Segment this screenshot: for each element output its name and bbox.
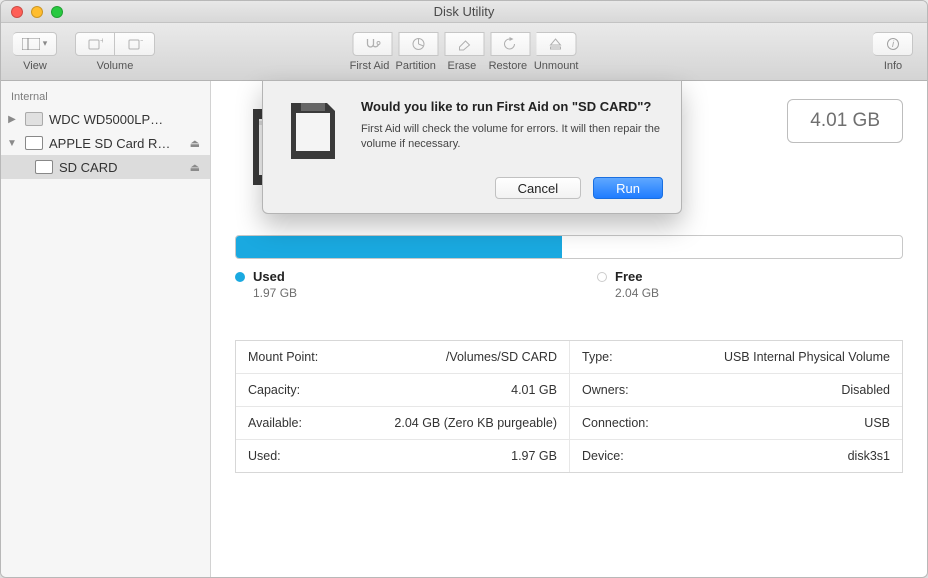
info-icon: i: [885, 37, 901, 51]
hdd-icon: [25, 112, 43, 126]
eject-icon: [549, 37, 563, 51]
stethoscope-icon: [363, 37, 381, 51]
titlebar: Disk Utility: [1, 1, 927, 23]
volume-add-button[interactable]: +: [75, 32, 115, 56]
dialog-sd-icon: [281, 99, 345, 163]
sidebar-item-label: APPLE SD Card R…: [49, 136, 170, 151]
sidebar-item-label: WDC WD5000LP…: [49, 112, 163, 127]
disclosure-collapsed-icon[interactable]: ▶: [5, 114, 19, 125]
restore-icon: [502, 37, 518, 51]
legend-used-value: 1.97 GB: [253, 286, 297, 300]
pie-icon: [410, 37, 426, 51]
sidebar-icon: [22, 38, 40, 50]
svg-text:−: −: [140, 37, 143, 45]
detail-capacity: Capacity:4.01 GB: [236, 374, 569, 407]
restore-button[interactable]: [490, 32, 530, 56]
detail-owners: Owners:Disabled: [569, 374, 902, 407]
detail-used: Used:1.97 GB: [236, 440, 569, 472]
used-dot-icon: [235, 272, 245, 282]
sidebar-item-sd-card[interactable]: SD CARD ⏏: [1, 155, 210, 179]
disclosure-expanded-icon[interactable]: ▼: [5, 138, 19, 149]
erase-label: Erase: [442, 60, 482, 72]
disk-utility-window: Disk Utility ▾ View: [0, 0, 928, 578]
erase-button[interactable]: [444, 32, 484, 56]
toolbar-center-cluster: First Aid Partition Erase Restore Unmoun…: [350, 32, 579, 72]
svg-text:+: +: [100, 37, 103, 45]
cancel-button[interactable]: Cancel: [495, 177, 581, 199]
volume-label: Volume: [97, 60, 134, 72]
usage-section: Used 1.97 GB Free 2.04 GB: [235, 235, 903, 300]
toolbar: ▾ View + −: [1, 23, 927, 81]
legend-used: Used: [235, 269, 297, 284]
detail-available: Available:2.04 GB (Zero KB purgeable): [236, 407, 569, 440]
volume-remove-button[interactable]: −: [115, 32, 155, 56]
sidebar-item-wdc[interactable]: ▶ WDC WD5000LP…: [1, 107, 210, 131]
detail-mount-point: Mount Point:/Volumes/SD CARD: [236, 341, 569, 374]
details-table: Mount Point:/Volumes/SD CARD Type:USB In…: [235, 340, 903, 473]
info-button[interactable]: i: [873, 32, 913, 56]
detail-type: Type:USB Internal Physical Volume: [569, 341, 902, 374]
sd-card-icon: [25, 136, 43, 150]
partition-button[interactable]: [398, 32, 438, 56]
view-button[interactable]: ▾: [13, 32, 57, 56]
window-title: Disk Utility: [1, 4, 927, 19]
first-aid-button[interactable]: [352, 32, 392, 56]
sidebar-section-internal: Internal: [1, 87, 210, 107]
svg-text:i: i: [892, 39, 895, 49]
volume-group: + − Volume: [75, 32, 155, 72]
legend-free-value: 2.04 GB: [615, 286, 659, 300]
eject-icon[interactable]: ⏏: [190, 137, 200, 150]
sd-card-icon: [35, 160, 53, 174]
detail-connection: Connection:USB: [569, 407, 902, 440]
view-label: View: [23, 60, 47, 72]
info-label: Info: [884, 60, 902, 72]
view-group: ▾ View: [13, 32, 57, 72]
volume-add-icon: +: [87, 37, 103, 51]
dialog-heading: Would you like to run First Aid on "SD C…: [361, 99, 663, 116]
first-aid-label: First Aid: [350, 60, 390, 72]
legend-free: Free: [597, 269, 659, 284]
total-size-pill: 4.01 GB: [787, 99, 903, 143]
usage-bar: [235, 235, 903, 259]
restore-label: Restore: [488, 60, 528, 72]
unmount-label: Unmount: [534, 60, 579, 72]
eraser-icon: [456, 37, 472, 51]
info-group: i Info: [873, 32, 913, 72]
first-aid-dialog: Would you like to run First Aid on "SD C…: [262, 80, 682, 214]
sidebar-item-label: SD CARD: [59, 160, 118, 175]
partition-label: Partition: [396, 60, 436, 72]
dialog-body-text: First Aid will check the volume for erro…: [361, 122, 663, 152]
sidebar-item-apple-sd-reader[interactable]: ▼ APPLE SD Card R… ⏏: [1, 131, 210, 155]
eject-icon[interactable]: ⏏: [190, 161, 200, 174]
free-dot-icon: [597, 272, 607, 282]
legend-used-label: Used: [253, 269, 285, 284]
legend-free-label: Free: [615, 269, 642, 284]
chevron-down-icon: ▾: [43, 38, 48, 49]
volume-remove-icon: −: [127, 37, 143, 51]
detail-device: Device:disk3s1: [569, 440, 902, 472]
usage-bar-used: [236, 236, 562, 258]
unmount-button[interactable]: [536, 32, 576, 56]
run-button[interactable]: Run: [593, 177, 663, 199]
sidebar: Internal ▶ WDC WD5000LP… ▼ APPLE SD Card…: [1, 81, 211, 577]
